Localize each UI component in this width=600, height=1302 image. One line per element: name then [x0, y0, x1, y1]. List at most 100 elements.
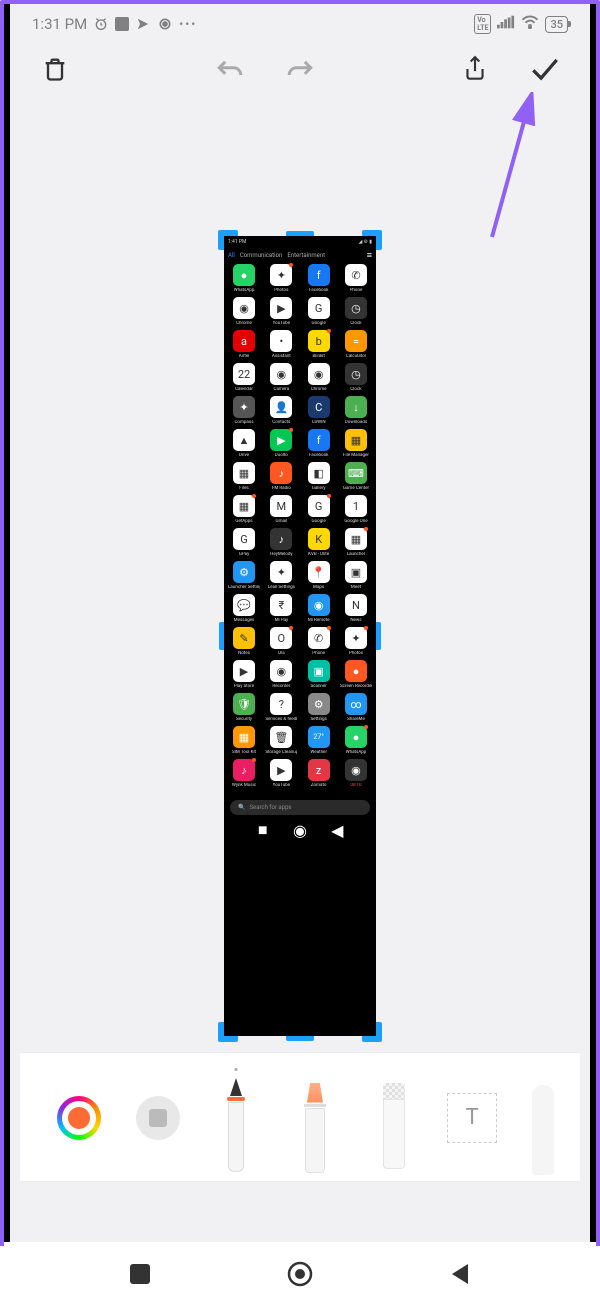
signal-icon [497, 15, 515, 33]
app-item: 💬Messages [228, 594, 260, 623]
share-button[interactable] [458, 52, 492, 86]
app-item: ✆Phone [340, 264, 372, 293]
phone-recents: ■ [258, 825, 268, 835]
app-item: ◉Chrome [303, 363, 335, 392]
confirm-button[interactable] [528, 52, 562, 86]
app-item: ♪HeyMelody [265, 528, 297, 557]
app-item: ♪Wynk Music [228, 759, 260, 788]
undo-button[interactable] [213, 52, 247, 86]
app-item: ♪FM Radio [265, 462, 297, 491]
pen-tool[interactable] [206, 1063, 266, 1173]
app-item: ▦File Manager [340, 429, 372, 458]
app-item: ₹Mi Pay [265, 594, 297, 623]
phone-status-bar: 1:41 PM◢ ⚙ ▮ [224, 236, 376, 248]
app-item: ▶Duolto [265, 429, 297, 458]
app-item: ●Screen Recorder [340, 660, 372, 689]
phone-tab: Entertainment [287, 252, 325, 259]
screenshot-selection[interactable]: 1:41 PM◢ ⚙ ▮ All Communication Entertainme… [224, 236, 376, 1036]
app-item: fFacebook [303, 429, 335, 458]
phone-tabs: All Communication Entertainment ≡ [224, 248, 376, 262]
battery-indicator: 35 [545, 16, 568, 33]
status-time: 1:31 PM [32, 15, 87, 33]
color-picker-tool[interactable] [49, 1063, 109, 1173]
nav-back-button[interactable] [440, 1254, 480, 1294]
app-item: ⚙Launcher Settings [228, 561, 260, 590]
app-item: aAirtel [228, 330, 260, 359]
editor-toolbar [10, 40, 590, 98]
app-item: GGPay [228, 528, 260, 557]
app-icon-2 [135, 16, 151, 32]
app-item: ◉Chrome [228, 297, 260, 326]
app-item: ▦Files [228, 462, 260, 491]
phone-home: ◉ [295, 825, 305, 835]
app-item: ◉00:10 [340, 759, 372, 788]
app-icon-1 [115, 17, 129, 31]
app-item: ⌨Game Center [340, 462, 372, 491]
nav-recents-button[interactable] [120, 1254, 160, 1294]
crop-tool[interactable] [521, 1063, 551, 1173]
app-item: ●WhatsApp [228, 264, 260, 293]
app-item: NNews [340, 594, 372, 623]
app-item: ▦Launcher [340, 528, 372, 557]
app-item: GGoogle [303, 495, 335, 524]
device-edge-right [590, 4, 596, 1242]
phone-back: ◀ [332, 825, 342, 835]
app-item: ✦Lean Settings [265, 561, 297, 590]
app-item: ▦GetApps [228, 495, 260, 524]
app-item: ?Services & feedback [265, 693, 297, 722]
app-item: bBlinkit [303, 330, 335, 359]
app-item: 1Google One [340, 495, 372, 524]
alarm-icon [93, 16, 109, 32]
app-item: ▣Scanner [303, 660, 335, 689]
text-tool[interactable]: T [442, 1063, 502, 1173]
nav-home-button[interactable] [280, 1254, 320, 1294]
app-item: ▣Meet [340, 561, 372, 590]
shape-tool[interactable] [128, 1063, 188, 1173]
redo-button[interactable] [283, 52, 317, 86]
app-item: ●WhatsApp [340, 726, 372, 755]
delete-button[interactable] [38, 52, 72, 86]
app-item: 🗑Storage Cleanup [265, 726, 297, 755]
app-item: ◉Camera [265, 363, 297, 392]
app-item: ∞ShareMe [340, 693, 372, 722]
marker-tool[interactable] [285, 1063, 345, 1173]
app-item: ✦Compass [228, 396, 260, 425]
tool-panel: T [20, 1052, 580, 1182]
app-item: ▶YouTube [265, 297, 297, 326]
app-item: KKVB - Dlite [303, 528, 335, 557]
app-item: zZomato [303, 759, 335, 788]
app-item: ✦Photos [265, 264, 297, 293]
app-item: ◷Clock [340, 297, 372, 326]
app-item: 22Calendar [228, 363, 260, 392]
app-item: ▦SIM Tool Kit [228, 726, 260, 755]
app-item: ✎Notes [228, 627, 260, 656]
app-item: 🛡Security [228, 693, 260, 722]
app-item: ↓Downloads [340, 396, 372, 425]
eraser-tool[interactable] [364, 1063, 424, 1173]
app-item: =Calculator [340, 330, 372, 359]
annotation-arrow [482, 92, 542, 242]
app-item: 📍Maps [303, 561, 335, 590]
volte-icon: VoLTE [474, 14, 491, 34]
phone-tab: All [228, 252, 235, 259]
search-bar: 🔍 Search for apps [230, 800, 370, 815]
app-item: ▶YouTube [265, 759, 297, 788]
phone-tab: Communication [240, 252, 283, 259]
wifi-icon [521, 15, 539, 33]
system-nav-bar [0, 1246, 600, 1302]
app-item: ◉Recorder [265, 660, 297, 689]
app-item: ✆Phone [303, 627, 335, 656]
app-item: ◧Gallery [303, 462, 335, 491]
app-item: GGoogle [303, 297, 335, 326]
app-item: ◷Clock [340, 363, 372, 392]
app-item: 👤Contacts [265, 396, 297, 425]
app-item: ⚙Settings [303, 693, 335, 722]
app-icon-3 [157, 16, 173, 32]
app-item: MGmail [265, 495, 297, 524]
app-item: ✦Photos [340, 627, 372, 656]
app-item: fFacebook [303, 264, 335, 293]
menu-icon: ≡ [367, 250, 372, 261]
phone-screenshot: 1:41 PM◢ ⚙ ▮ All Communication Entertainme… [224, 236, 376, 1036]
app-item: ◉Mi Remote [303, 594, 335, 623]
app-item: ▲Drive [228, 429, 260, 458]
